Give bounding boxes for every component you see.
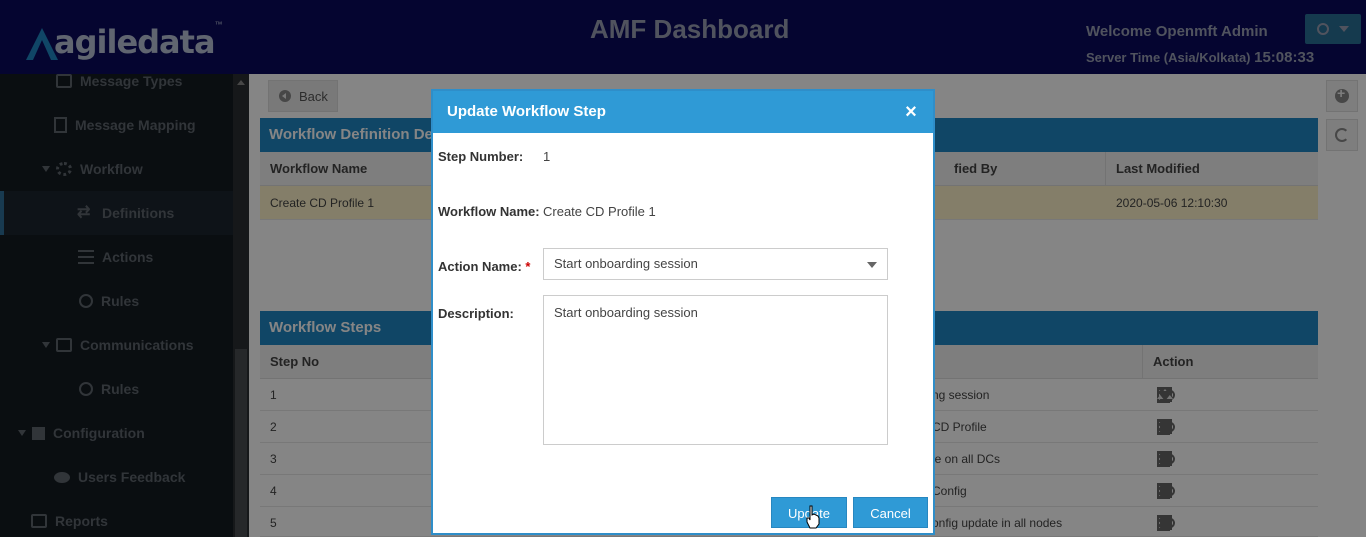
description-textarea[interactable]: Start onboarding session	[543, 295, 888, 445]
dialog-title: Update Workflow Step	[433, 91, 933, 133]
chevron-down-icon	[867, 262, 877, 268]
required-marker: *	[525, 259, 531, 274]
action-name-label-text: Action Name:	[438, 259, 522, 274]
close-icon[interactable]: ×	[903, 102, 919, 122]
workflow-name-value: Create CD Profile 1	[543, 204, 656, 219]
update-workflow-step-dialog: Update Workflow Step × Step Number: 1 Wo…	[431, 89, 935, 535]
hand-pointer-icon	[806, 505, 820, 529]
cancel-button[interactable]: Cancel	[853, 497, 928, 528]
action-name-selected-value: Start onboarding session	[554, 256, 698, 271]
workflow-name-label: Workflow Name:	[438, 204, 540, 219]
action-name-select[interactable]: Start onboarding session	[543, 248, 888, 280]
description-label: Description:	[438, 306, 514, 321]
step-number-label: Step Number:	[438, 149, 524, 164]
step-number-value: 1	[543, 149, 551, 164]
action-name-label: Action Name: *	[438, 259, 530, 274]
